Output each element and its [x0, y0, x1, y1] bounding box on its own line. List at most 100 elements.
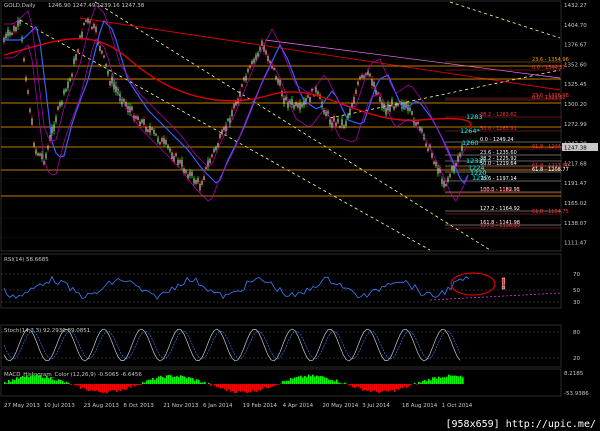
candle-body [259, 47, 261, 51]
candle-body [279, 79, 281, 86]
fib-label: 0.0 - 1344.87 [532, 65, 566, 71]
candle-body [61, 101, 63, 105]
macd-bar [38, 375, 40, 384]
macd-bar [190, 377, 192, 384]
macd-bar [314, 376, 316, 384]
candle-body [449, 173, 451, 178]
price-tick-label: 1352.60 [564, 62, 587, 68]
candle-body [291, 99, 293, 106]
candle-body [87, 19, 89, 23]
candle-body [231, 109, 233, 117]
candle-body [31, 118, 33, 125]
macd-bar [122, 384, 124, 390]
candle-body [251, 60, 253, 65]
candle-body [47, 145, 49, 150]
macd-bar [156, 378, 158, 384]
date-tick-label: 1 Oct 2014 [442, 403, 473, 409]
macd-bar [198, 379, 200, 384]
candle-body [349, 108, 351, 116]
candle-body [135, 115, 137, 119]
macd-bar [430, 380, 432, 384]
macd-bar [66, 381, 68, 384]
candle-body [143, 119, 145, 125]
macd-bar [420, 382, 422, 384]
macd-bar [334, 381, 336, 384]
macd-bar [324, 377, 326, 384]
candle-body [363, 75, 365, 78]
macd-bar [216, 384, 218, 388]
candle-body [301, 103, 303, 107]
candle-body [299, 102, 301, 110]
candle-body [189, 171, 191, 177]
macd-bar [236, 384, 238, 393]
candle-body [393, 106, 395, 110]
macd-bar [182, 376, 184, 384]
candle-body [241, 84, 243, 87]
candle-body [293, 104, 295, 109]
candle-body [245, 75, 247, 81]
fib-label: 61.8 - 1208.77 [532, 167, 569, 173]
macd-bar [366, 384, 368, 391]
macd-bar [116, 384, 118, 393]
candle-body [19, 19, 21, 25]
macd-bar [8, 379, 10, 384]
candle-body [265, 50, 267, 55]
macd-bar [34, 376, 36, 384]
macd-bar [298, 376, 300, 384]
macd-bar [24, 376, 26, 384]
candle-body [271, 66, 273, 69]
macd-bar [288, 380, 290, 384]
stoch-axis-80: 80 [573, 330, 580, 336]
macd-bar [364, 384, 366, 391]
macd-bar [28, 377, 30, 384]
macd-bar [202, 382, 204, 384]
macd-bar [462, 377, 464, 384]
candle-body [385, 108, 387, 115]
rsi-axis-70: 70 [573, 272, 580, 278]
candle-body [447, 177, 449, 182]
candle-body [443, 180, 445, 188]
date-tick-label: 3 Jul 2014 [362, 403, 390, 409]
macd-bar [74, 384, 76, 386]
candle-body [7, 29, 9, 37]
candle-body [223, 126, 225, 131]
candle-body [141, 119, 143, 123]
candle-body [101, 51, 103, 54]
price-tick-label: 1191.47 [564, 181, 587, 187]
candle-body [297, 103, 299, 108]
macd-bar [362, 384, 364, 391]
candle-body [137, 116, 139, 121]
macd-bar [440, 377, 442, 384]
candle-body [59, 102, 61, 107]
candle-body [25, 76, 27, 81]
macd-bar [218, 384, 220, 388]
candle-body [197, 178, 199, 183]
price-tick-label: 1111.47 [564, 241, 587, 247]
macd-bar [406, 384, 408, 388]
macd-bar [90, 384, 92, 391]
macd-bar [256, 384, 258, 392]
candle-body [457, 155, 459, 162]
trading-chart[interactable]: 12831264*12601233*122412201217 23.6 - 13… [0, 0, 600, 431]
macd-bar [416, 384, 418, 385]
candle-body [57, 106, 59, 111]
candle-body [63, 90, 65, 94]
macd-bar [240, 384, 242, 392]
macd-bar [408, 384, 410, 387]
candle-body [205, 166, 207, 170]
candle-body [69, 78, 71, 82]
candle-body [23, 58, 25, 62]
candle-body [295, 101, 297, 107]
macd-bar [132, 384, 134, 385]
macd-bar [266, 384, 268, 389]
macd-bar [418, 381, 420, 384]
macd-bar [4, 381, 6, 384]
candle-body [67, 81, 69, 89]
candle-body [455, 163, 457, 166]
macd-bar [308, 374, 310, 384]
macd-bar [104, 384, 106, 393]
candle-body [185, 170, 187, 174]
candle-body [397, 103, 399, 106]
macd-bar [404, 384, 406, 387]
macd-bar [146, 380, 148, 384]
